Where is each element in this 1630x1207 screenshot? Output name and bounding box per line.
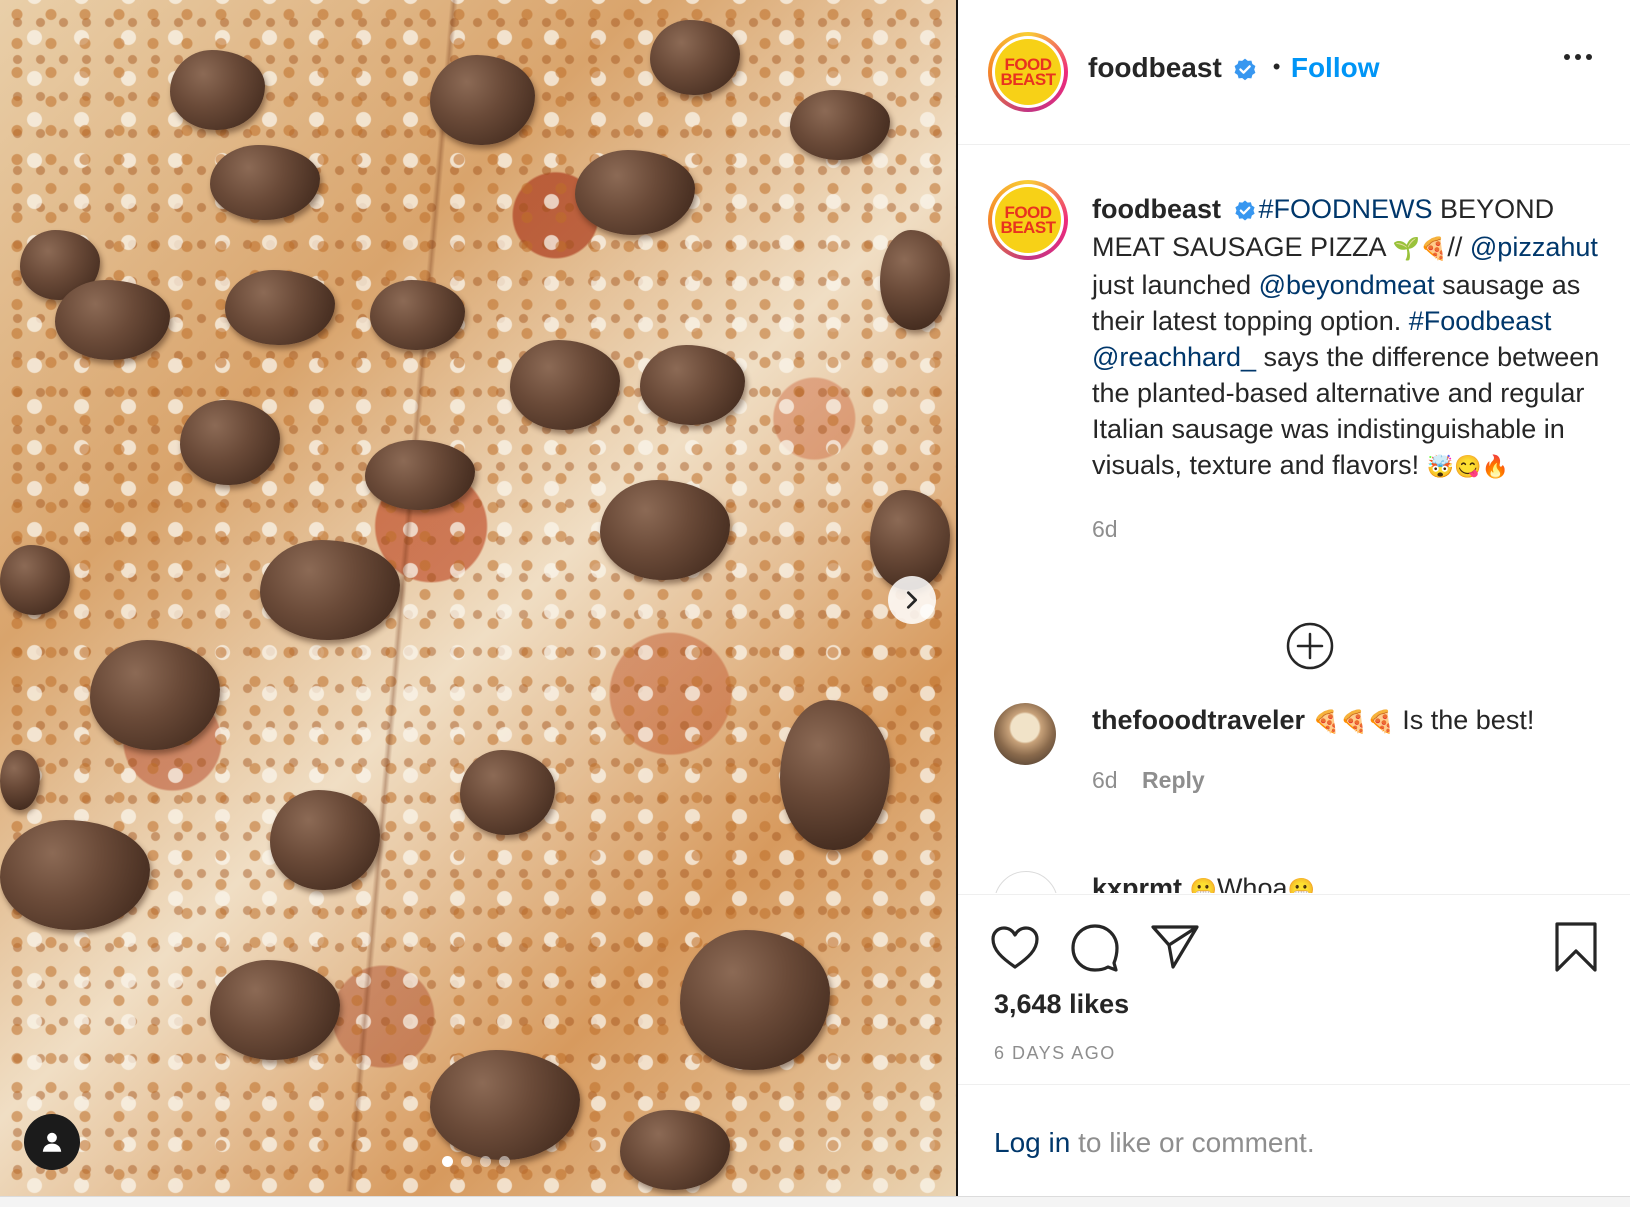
post-media[interactable] — [0, 0, 958, 1196]
foodbeast-logo: FOOD BEAST — [995, 187, 1061, 253]
comment-username[interactable]: kxprmt — [1092, 873, 1182, 893]
separator-dot: • — [1272, 54, 1281, 79]
login-link[interactable]: Log in — [994, 1127, 1070, 1158]
comment-row: kxprmt 😬Whoa😬 — [1092, 873, 1315, 893]
caption-emoji: 🤯😋🔥 — [1426, 453, 1509, 479]
carousel-dot-active — [442, 1156, 453, 1167]
more-options-button[interactable] — [1564, 54, 1592, 60]
caption-username[interactable]: foodbeast — [1092, 194, 1221, 224]
comments-section[interactable]: FOOD BEAST foodbeast #FOODNEWS BEYOND ME… — [958, 145, 1630, 893]
heart-icon[interactable] — [990, 925, 1040, 971]
comment-row: thefooodtraveler 🍕🍕🍕 Is the best! — [1092, 705, 1534, 736]
post-actions: 3,648 likes 6 DAYS AGO — [958, 894, 1630, 1085]
likes-count[interactable]: 3,648 likes — [994, 989, 1129, 1020]
comment-time[interactable]: 6d — [1092, 767, 1118, 793]
mention-reachhard[interactable]: @reachhard_ — [1092, 342, 1256, 372]
comment-username[interactable]: thefooodtraveler — [1092, 705, 1305, 735]
comment-emoji: 😬 — [1189, 877, 1217, 893]
mention-beyondmeat[interactable]: @beyondmeat — [1259, 270, 1435, 300]
caption-emoji: 🌱🍕 — [1392, 235, 1448, 261]
follow-button[interactable]: Follow — [1291, 52, 1380, 83]
reply-button[interactable]: Reply — [1142, 767, 1205, 793]
mention-pizzahut[interactable]: @pizzahut — [1470, 232, 1598, 262]
save-icon[interactable] — [1554, 921, 1598, 973]
commenter-avatar[interactable] — [994, 871, 1058, 893]
post-side-panel: FOOD BEAST foodbeast • Follow FOOD BEAST… — [958, 0, 1630, 1206]
caption-avatar[interactable]: FOOD BEAST — [988, 180, 1068, 260]
comment-emoji: 🍕🍕🍕 — [1312, 709, 1395, 734]
login-prompt: Log in to like or comment. — [958, 1084, 1630, 1195]
chevron-right-icon — [906, 591, 918, 609]
foodbeast-logo: FOOD BEAST — [995, 39, 1061, 105]
comment-text: Is the best! — [1394, 705, 1535, 735]
tagged-users-button[interactable] — [24, 1114, 80, 1170]
post-header: FOOD BEAST foodbeast • Follow — [958, 0, 1630, 145]
verified-badge-icon — [1232, 57, 1258, 88]
commenter-avatar[interactable] — [994, 703, 1056, 765]
carousel-dot — [480, 1156, 491, 1167]
caption-time[interactable]: 6d — [1092, 511, 1612, 547]
author-avatar[interactable]: FOOD BEAST — [988, 32, 1068, 112]
hashtag-foodbeast[interactable]: #Foodbeast — [1409, 306, 1552, 336]
verified-badge-icon — [1233, 193, 1257, 229]
user-icon — [42, 1132, 62, 1152]
carousel-indicator — [442, 1156, 510, 1167]
carousel-dot — [499, 1156, 510, 1167]
author-username[interactable]: foodbeast — [1088, 52, 1222, 83]
more-icon — [1564, 54, 1570, 60]
post-age[interactable]: 6 DAYS AGO — [994, 1043, 1116, 1064]
share-icon[interactable] — [1150, 923, 1200, 971]
page-bottom-border — [0, 1196, 1630, 1207]
comment-text: Whoa — [1216, 873, 1288, 893]
comment-meta: 6d Reply — [1092, 767, 1205, 794]
login-text: to like or comment. — [1070, 1127, 1315, 1158]
caption-text: just launched — [1092, 269, 1259, 300]
hashtag-foodnews[interactable]: #FOODNEWS — [1259, 194, 1433, 224]
post-caption: foodbeast #FOODNEWS BEYOND MEAT SAUSAGE … — [1092, 191, 1612, 547]
caption-text: // — [1447, 231, 1470, 262]
plus-circle-icon — [1286, 622, 1334, 670]
next-slide-button[interactable] — [888, 576, 936, 624]
comment-emoji: 😬 — [1287, 877, 1315, 893]
comment-icon[interactable] — [1070, 923, 1120, 973]
load-more-comments-button[interactable] — [1285, 621, 1335, 676]
carousel-dot — [461, 1156, 472, 1167]
